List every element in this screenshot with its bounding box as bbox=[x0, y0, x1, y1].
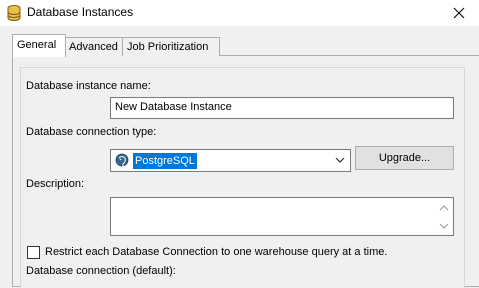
scroll-up-icon[interactable] bbox=[439, 204, 449, 212]
instance-name-label: Database instance name: bbox=[26, 80, 151, 92]
instance-name-field[interactable]: New Database Instance bbox=[110, 97, 454, 119]
connection-type-value: PostgreSQL bbox=[133, 153, 197, 169]
title-bar: Database Instances bbox=[0, 0, 479, 26]
chevron-down-icon bbox=[335, 157, 345, 163]
description-field[interactable] bbox=[110, 197, 454, 236]
description-label: Description: bbox=[26, 178, 85, 190]
window-title: Database Instances bbox=[27, 5, 134, 19]
upgrade-button-label: Upgrade... bbox=[378, 152, 431, 164]
scroll-down-icon[interactable] bbox=[439, 222, 449, 230]
restrict-checkbox[interactable] bbox=[27, 246, 40, 259]
tab-advanced-label: Advanced bbox=[69, 41, 118, 53]
database-icon bbox=[7, 5, 21, 21]
default-connection-label: Database connection (default): bbox=[26, 265, 176, 277]
postgresql-icon bbox=[115, 153, 129, 167]
close-icon bbox=[453, 7, 465, 19]
tab-advanced[interactable]: Advanced bbox=[64, 37, 124, 56]
close-button[interactable] bbox=[439, 0, 479, 26]
restrict-checkbox-label: Restrict each Database Connection to one… bbox=[45, 246, 388, 258]
connection-type-label: Database connection type: bbox=[26, 126, 157, 138]
tab-general-label: General bbox=[17, 39, 57, 51]
tab-job-prioritization-label: Job Prioritization bbox=[127, 41, 209, 53]
tab-job-prioritization[interactable]: Job Prioritization bbox=[122, 37, 220, 56]
upgrade-button[interactable]: Upgrade... bbox=[355, 146, 454, 170]
instance-name-value: New Database Instance bbox=[115, 101, 232, 113]
tab-general[interactable]: General bbox=[12, 34, 66, 57]
connection-type-select[interactable]: PostgreSQL bbox=[110, 149, 351, 172]
